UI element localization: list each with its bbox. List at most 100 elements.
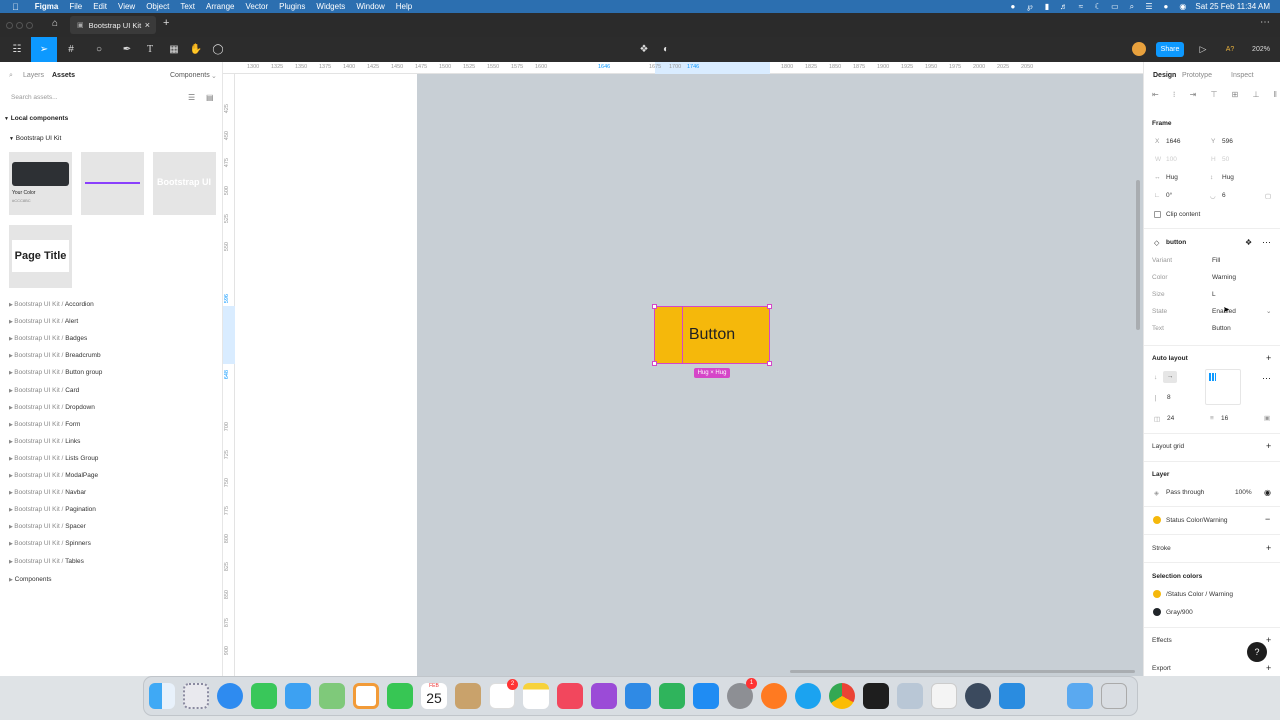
- selection-color-warning[interactable]: /Status Color / Warning: [1166, 591, 1233, 598]
- align-right-icon[interactable]: ⇥: [1190, 90, 1197, 99]
- menubar-clock[interactable]: Sat 25 Feb 11:34 AM: [1195, 2, 1270, 11]
- asset-row[interactable]: ▶ Bootstrap UI Kit / Spacer: [9, 523, 86, 530]
- firefox-icon[interactable]: [761, 683, 787, 709]
- align-bottom-icon[interactable]: ⊥: [1252, 90, 1259, 99]
- auto-layout-more-icon[interactable]: ⋯: [1262, 373, 1271, 384]
- launchpad-icon[interactable]: [183, 683, 209, 709]
- contacts-icon[interactable]: [455, 683, 481, 709]
- system-settings-icon[interactable]: 1: [727, 678, 757, 709]
- textedit-icon[interactable]: [931, 683, 957, 709]
- resize-handle-tr[interactable]: [767, 304, 772, 309]
- thumb-divider[interactable]: [81, 152, 144, 215]
- layer-title[interactable]: Layer: [1152, 471, 1169, 478]
- kit-folder[interactable]: ▼ Bootstrap UI Kit: [9, 135, 61, 142]
- battery-level-icon[interactable]: ▭: [1110, 2, 1119, 11]
- calendar-icon[interactable]: FEB 25: [421, 683, 447, 709]
- vertical-scrollbar[interactable]: [1136, 180, 1140, 330]
- podcasts-icon[interactable]: [591, 683, 617, 709]
- tab-layers[interactable]: Layers: [23, 72, 44, 79]
- new-tab-icon[interactable]: +: [163, 17, 169, 29]
- library-icon[interactable]: ▤: [206, 93, 214, 102]
- battery-icon[interactable]: ▮: [1042, 2, 1051, 11]
- asset-row[interactable]: ▶ Bootstrap UI Kit / Links: [9, 438, 80, 445]
- menu-app-name[interactable]: Figma: [35, 2, 59, 11]
- align-hcenter-icon[interactable]: ⁝: [1173, 90, 1176, 99]
- present-icon[interactable]: ▷: [1196, 37, 1210, 62]
- move-tool-icon[interactable]: ➢: [31, 37, 57, 62]
- vscode-icon[interactable]: [999, 683, 1025, 709]
- resize-handle-tl[interactable]: [652, 304, 657, 309]
- user-icon[interactable]: ●: [1161, 2, 1170, 11]
- messages-icon[interactable]: [251, 683, 277, 709]
- individual-padding-icon[interactable]: ▣: [1264, 414, 1270, 422]
- canvas-empty-area[interactable]: [235, 74, 417, 676]
- selected-button-component[interactable]: Button: [652, 304, 772, 366]
- distribute-icon[interactable]: ‖: [1274, 90, 1277, 99]
- app-store-icon[interactable]: [693, 683, 719, 709]
- component-name[interactable]: button: [1166, 239, 1186, 246]
- skype-icon[interactable]: [795, 683, 821, 709]
- asset-row[interactable]: ▶ Bootstrap UI Kit / Navbar: [9, 489, 86, 496]
- numbers-icon[interactable]: [659, 683, 685, 709]
- gap-input[interactable]: 8: [1167, 394, 1171, 401]
- asset-row[interactable]: ▶ Bootstrap UI Kit / Alert: [9, 318, 78, 325]
- siri-icon[interactable]: ◉: [1178, 2, 1187, 11]
- resize-handle-br[interactable]: [767, 361, 772, 366]
- fill-swatch[interactable]: [1153, 516, 1161, 524]
- menu-plugins[interactable]: Plugins: [279, 2, 305, 11]
- horizontal-scrollbar[interactable]: [790, 670, 1135, 673]
- home-icon[interactable]: ⌂: [52, 18, 58, 29]
- alignment-grid[interactable]: [1205, 369, 1241, 405]
- add-icon[interactable]: +: [1266, 635, 1271, 645]
- eye-icon[interactable]: ◉: [1264, 488, 1271, 497]
- fill-style-name[interactable]: Status Color/Warning: [1166, 517, 1228, 524]
- stroke-title[interactable]: Stroke: [1152, 545, 1171, 552]
- menu-edit[interactable]: Edit: [93, 2, 107, 11]
- add-icon[interactable]: +: [1266, 353, 1271, 363]
- photos-icon[interactable]: [353, 683, 379, 709]
- corner-radius-input[interactable]: 6: [1222, 192, 1226, 199]
- asset-row[interactable]: ▶ Bootstrap UI Kit / Tables: [9, 558, 84, 565]
- direction-vertical-icon[interactable]: ↓: [1154, 374, 1157, 381]
- selection-color-swatch-gray[interactable]: [1153, 608, 1161, 616]
- rotation-input[interactable]: 0°: [1166, 192, 1172, 199]
- tab-assets[interactable]: Assets: [52, 72, 75, 79]
- asset-row[interactable]: ▶ Bootstrap UI Kit / Form: [9, 421, 80, 428]
- comment-tool-icon[interactable]: ◯: [208, 37, 228, 62]
- menu-object[interactable]: Object: [146, 2, 169, 11]
- frame-tool-icon[interactable]: #: [58, 37, 84, 62]
- maps-icon[interactable]: [319, 683, 345, 709]
- focus-icon[interactable]: ☾: [1093, 2, 1102, 11]
- w-input[interactable]: 100: [1166, 156, 1177, 163]
- add-icon[interactable]: +: [1266, 441, 1271, 451]
- components-folder[interactable]: ▶ Components: [9, 576, 52, 583]
- frame-section-title[interactable]: Frame: [1152, 120, 1172, 127]
- selection-color-swatch-warning[interactable]: [1153, 590, 1161, 598]
- asset-row[interactable]: ▶ Bootstrap UI Kit / Card: [9, 387, 79, 394]
- horizontal-padding-input[interactable]: 24: [1167, 415, 1174, 422]
- asset-row[interactable]: ▶ Bootstrap UI Kit / Accordion: [9, 301, 94, 308]
- tab-design[interactable]: Design: [1153, 72, 1176, 79]
- wifi-icon[interactable]: ≈: [1076, 2, 1085, 11]
- contrast-icon[interactable]: ◐: [656, 37, 676, 62]
- vertical-padding-input[interactable]: 16: [1221, 415, 1228, 422]
- menu-view[interactable]: View: [118, 2, 135, 11]
- state-chevron-icon[interactable]: ⌄: [1266, 307, 1271, 315]
- music-icon[interactable]: [557, 683, 583, 709]
- finder-icon[interactable]: [149, 683, 175, 709]
- avatar[interactable]: [1132, 42, 1146, 56]
- keyboard-icon[interactable]: ℘: [1025, 2, 1034, 11]
- notes-icon[interactable]: [523, 683, 549, 709]
- opacity-input[interactable]: 100%: [1235, 489, 1252, 496]
- go-to-main-component-icon[interactable]: ❖: [1245, 238, 1252, 247]
- chrome-icon[interactable]: [829, 683, 855, 709]
- asset-row[interactable]: ▶ Bootstrap UI Kit / Spinners: [9, 540, 91, 547]
- auto-layout-title[interactable]: Auto layout: [1152, 355, 1188, 362]
- quicktime-icon[interactable]: [965, 683, 991, 709]
- thumb-bootstrap[interactable]: Bootstrap UI: [153, 152, 216, 215]
- resize-handle-bl[interactable]: [652, 361, 657, 366]
- hand-tool-icon[interactable]: ✋: [186, 37, 206, 62]
- asset-row[interactable]: ▶ Bootstrap UI Kit / Dropdown: [9, 404, 95, 411]
- menu-arrange[interactable]: Arrange: [206, 2, 234, 11]
- local-components-header[interactable]: ▼ Local components: [4, 115, 68, 122]
